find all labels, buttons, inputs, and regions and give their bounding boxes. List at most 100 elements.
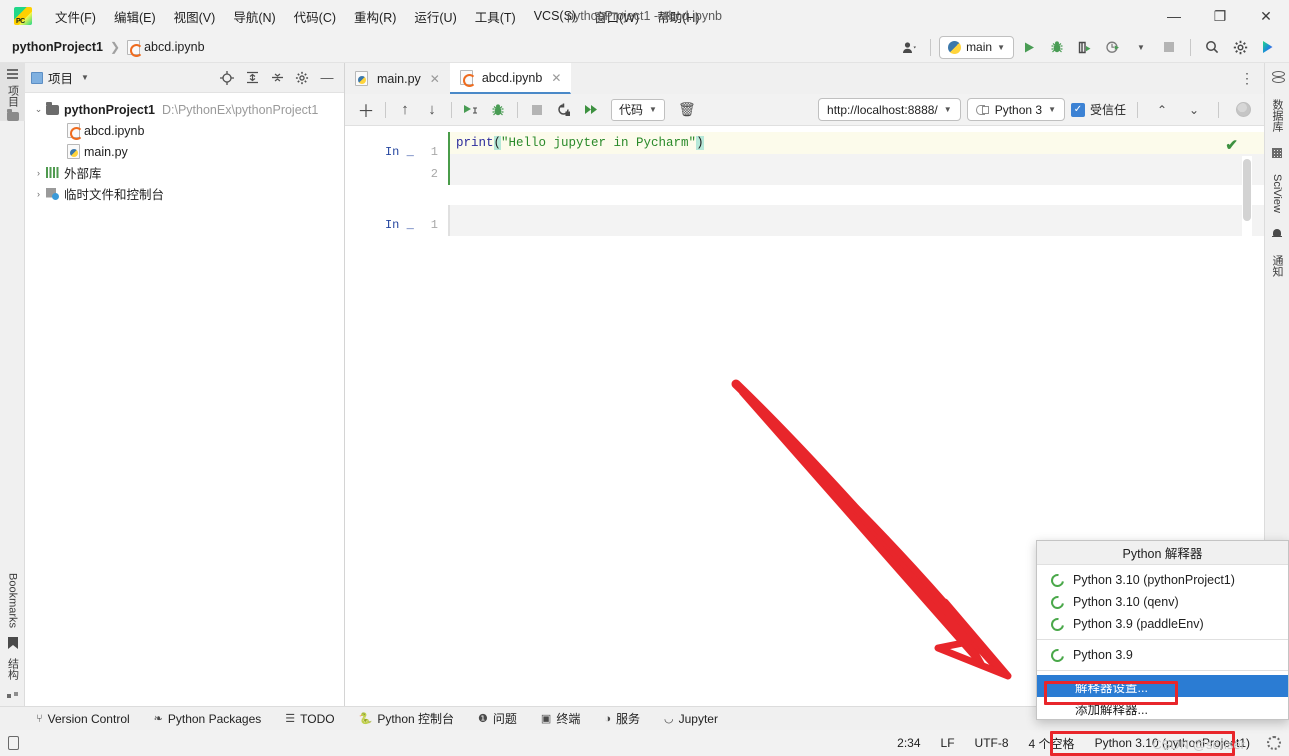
notebook-cell-1[interactable]: In _ 1 2 print("Hello jupyter in Pycharm… [345,132,1264,185]
run-configuration-selector[interactable]: main ▼ [939,35,1014,59]
popup-item-python39-paddleenv[interactable]: Python 3.9 (paddleEnv) [1037,613,1288,635]
run-cell-icon[interactable] [458,98,484,122]
move-cell-up-button[interactable]: ↑ [392,98,418,122]
folder-icon[interactable] [6,109,19,121]
cell-editor[interactable] [448,205,1264,236]
search-icon[interactable] [1199,35,1225,59]
restart-kernel-icon[interactable] [551,98,577,122]
maximize-button[interactable]: ❐ [1197,0,1243,32]
sidebar-item-bookmarks[interactable]: Bookmarks [7,573,19,628]
run-button[interactable] [1016,35,1042,59]
sidebar-item-project[interactable]: 项目 [5,69,21,107]
open-in-browser-icon[interactable] [1230,98,1256,122]
user-icon[interactable] [896,35,922,59]
gear-icon[interactable] [1227,35,1253,59]
menu-item-navigate[interactable]: 导航(N) [224,3,284,30]
stop-button[interactable] [1156,35,1182,59]
code-line-2[interactable] [450,154,1264,176]
bookmark-icon[interactable] [7,637,18,649]
delete-cell-button[interactable]: 🗑 [674,98,700,122]
tree-row-pythonproject1[interactable]: ⌄ pythonProject1 D:\PythonEx\pythonProje… [25,99,344,120]
menu-item-window[interactable]: 窗口(W) [585,3,648,30]
cell-editor[interactable]: print("Hello jupyter in Pycharm") [448,132,1264,185]
caret-position[interactable]: 2:34 [894,734,923,752]
mobile-preview-icon[interactable] [8,736,19,750]
tab-options-icon[interactable]: ⋮ [1240,63,1264,94]
line-separator[interactable]: LF [938,734,958,752]
tool-window-terminal[interactable]: ▣ 终端 [537,708,584,729]
structure-icon[interactable] [7,689,18,698]
kernel-selector[interactable]: Python 3 ▼ [966,98,1065,121]
popup-item-add-interpreter[interactable]: 添加解释器... [1037,697,1288,719]
tool-window-jupyter[interactable]: ◡ Jupyter [660,710,722,728]
add-cell-button[interactable]: ＋ [353,98,379,122]
tool-window-python-packages[interactable]: ❧ Python Packages [150,710,266,728]
debug-bug-icon[interactable] [1044,35,1070,59]
menu-item-tools[interactable]: 工具(T) [466,3,525,30]
menu-item-edit[interactable]: 编辑(E) [105,3,165,30]
chevron-right-icon[interactable]: › [31,189,46,199]
tool-window-todo[interactable]: ☰ TODO [281,710,338,728]
tab-main-py[interactable]: main.py ✕ [345,63,450,94]
profiler-icon[interactable] [1100,35,1126,59]
popup-item-python39[interactable]: Python 3.9 [1037,644,1288,666]
bell-icon[interactable] [1272,228,1282,239]
tree-row-abcd-ipynb[interactable]: abcd.ipynb [25,120,344,141]
tool-window-problems[interactable]: ❶ 问题 [474,708,521,729]
tool-window-version-control[interactable]: ⑂ Version Control [32,710,134,728]
debug-cell-icon[interactable] [485,98,511,122]
hide-panel-icon[interactable]: — [316,67,338,89]
next-cell-button[interactable]: ⌄ [1181,98,1207,122]
popup-item-python310-qenv[interactable]: Python 3.10 (qenv) [1037,591,1288,613]
menu-item-code[interactable]: 代码(C) [285,3,345,30]
sidebar-item-structure[interactable]: 结构 [5,658,21,680]
menu-item-run[interactable]: 运行(U) [405,3,465,30]
close-icon[interactable]: ✕ [551,71,561,85]
trusted-checkbox[interactable]: ✓ 受信任 [1070,101,1126,118]
close-icon[interactable]: ✕ [430,72,440,86]
menu-item-vcs[interactable]: VCS(S) [525,5,585,27]
indent-setting[interactable]: 4 个空格 [1026,733,1078,754]
menu-item-help[interactable]: 帮助(H) [648,3,708,30]
tree-row-scratches[interactable]: › 临时文件和控制台 [25,183,344,204]
interrupt-kernel-icon[interactable] [524,98,550,122]
database-icon[interactable] [1271,71,1285,83]
gear-icon[interactable] [1267,736,1281,750]
popup-item-python310-pythonproject1[interactable]: Python 3.10 (pythonProject1) [1037,569,1288,591]
sidebar-item-notifications[interactable]: 通知 [1269,255,1285,277]
ide-updates-icon[interactable] [1255,35,1281,59]
breadcrumb-project[interactable]: pythonProject1 [12,40,103,54]
cell-type-selector[interactable]: 代码 ▼ [611,98,665,121]
tree-row-main-py[interactable]: main.py [25,141,344,162]
run-with-coverage-icon[interactable] [1072,35,1098,59]
expand-all-icon[interactable] [241,67,263,89]
menu-item-view[interactable]: 视图(V) [165,3,225,30]
previous-cell-button[interactable]: ⌃ [1149,98,1175,122]
breadcrumb-file[interactable]: abcd.ipynb [144,40,204,54]
run-all-cells-icon[interactable] [578,98,604,122]
sciview-icon[interactable] [1272,148,1282,158]
settings-icon[interactable] [291,67,313,89]
minimize-button[interactable]: — [1151,0,1197,32]
tab-abcd-ipynb[interactable]: abcd.ipynb ✕ [449,63,572,94]
sidebar-item-sciview[interactable]: SciView [1271,174,1283,213]
interpreter-selector[interactable]: Python 3.10 (pythonProject1) [1092,734,1253,752]
tool-window-services[interactable]: ◑ 服务 [600,708,644,729]
profiler-dropdown-icon[interactable]: ▼ [1128,35,1154,59]
popup-item-interpreter-settings[interactable]: 解释器设置... [1037,675,1288,697]
notebook-cell-2[interactable]: In _ 1 [345,205,1264,236]
chevron-right-icon[interactable]: › [31,168,46,178]
tool-window-python-console[interactable]: 🐍 Python 控制台 [355,708,458,729]
collapse-all-icon[interactable] [266,67,288,89]
code-line-1[interactable]: print("Hello jupyter in Pycharm") [450,132,1264,154]
menu-item-file[interactable]: 文件(F) [46,3,105,30]
chevron-down-icon[interactable]: ⌄ [31,104,46,115]
jupyter-server-selector[interactable]: http://localhost:8888/ ▼ [818,98,961,121]
tree-row-external-libraries[interactable]: › 外部库 [25,162,344,183]
code-line-1[interactable] [450,205,1264,227]
menu-item-refactor[interactable]: 重构(R) [345,3,405,30]
sidebar-item-database[interactable]: 数据库 [1269,99,1285,132]
editor-scrollbar-thumb[interactable] [1243,159,1251,221]
file-encoding[interactable]: UTF-8 [972,734,1012,752]
close-button[interactable]: ✕ [1243,0,1289,32]
